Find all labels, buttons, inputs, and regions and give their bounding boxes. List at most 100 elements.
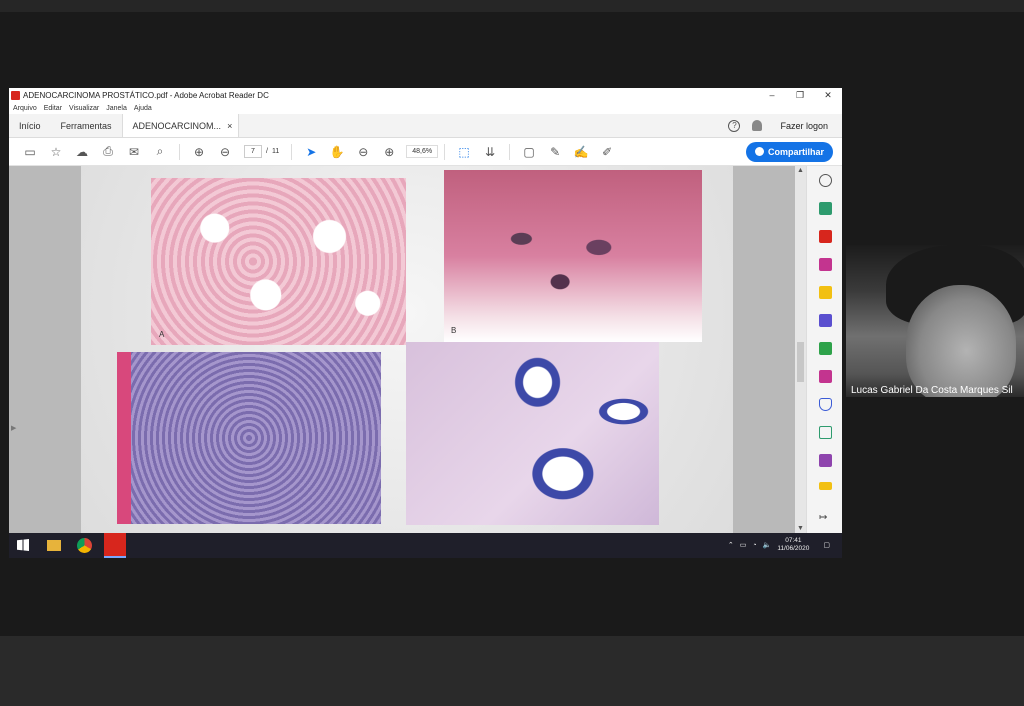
- restore-button[interactable]: ❐: [786, 90, 814, 101]
- search-tool-icon[interactable]: [819, 174, 832, 187]
- minimize-button[interactable]: –: [758, 90, 786, 101]
- pdf-page: A B: [81, 166, 733, 533]
- acrobat-icon: [11, 90, 20, 100]
- network-icon[interactable]: ◔: [752, 542, 756, 549]
- cloud-upload-icon[interactable]: ☁: [69, 142, 95, 162]
- signature-icon[interactable]: [819, 454, 832, 467]
- tab-document[interactable]: ADENOCARCINOM... ×: [121, 114, 240, 137]
- tray-chevron-icon[interactable]: ⌃: [728, 541, 734, 549]
- tab-home[interactable]: Início: [9, 114, 51, 137]
- search-icon[interactable]: ⌕: [147, 142, 173, 162]
- toolbar-divider: [509, 143, 511, 160]
- system-clock[interactable]: 07:41 11/06/2020: [777, 537, 809, 553]
- email-icon[interactable]: ✉: [121, 142, 147, 162]
- windows-start-icon[interactable]: [17, 539, 29, 551]
- user-share-icon: [754, 147, 764, 156]
- toolbar-divider: [444, 143, 446, 160]
- menu-file[interactable]: Arquivo: [13, 105, 37, 112]
- more-tools-icon[interactable]: [819, 482, 832, 490]
- page-number-input[interactable]: 7: [244, 145, 262, 158]
- scroll-mode-icon[interactable]: ⇊: [477, 142, 503, 162]
- file-explorer-icon[interactable]: [47, 540, 61, 551]
- highlight-pen-icon[interactable]: ✎: [542, 142, 568, 162]
- notifications-icon[interactable]: ▢: [823, 541, 830, 549]
- help-icon[interactable]: ?: [728, 119, 741, 132]
- next-page-icon[interactable]: ⊖: [212, 142, 238, 162]
- acrobat-taskbar-icon[interactable]: [104, 533, 126, 558]
- tab-home-label: Início: [19, 120, 41, 131]
- tab-document-label: ADENOCARCINOM...: [132, 120, 222, 131]
- zoom-out-icon[interactable]: ⊖: [350, 142, 376, 162]
- share-button-label: Compartilhar: [767, 146, 824, 157]
- combine-files-icon[interactable]: [819, 314, 832, 327]
- sign-icon[interactable]: ✐: [594, 142, 620, 162]
- edit-pdf-icon[interactable]: [819, 258, 832, 271]
- chrome-icon[interactable]: [77, 538, 92, 553]
- meeting-screen: ADENOCARCINOMA PROSTÁTICO.pdf - Adobe Ac…: [0, 0, 1024, 706]
- micrograph-a: [151, 178, 406, 345]
- vertical-scrollbar[interactable]: ▲ ▼: [795, 166, 806, 533]
- collapse-panel-icon[interactable]: ↦: [819, 512, 832, 525]
- micrograph-label-a: A: [159, 330, 165, 339]
- comment-tool-icon[interactable]: [819, 286, 832, 299]
- page-separator: /: [266, 148, 268, 155]
- bell-icon[interactable]: [752, 120, 763, 131]
- print-icon[interactable]: ⎙: [95, 142, 121, 162]
- document-viewport[interactable]: ▶ A B ▲ ▼: [9, 166, 842, 533]
- tools-side-panel: ↦: [806, 166, 842, 533]
- shared-screen: ADENOCARCINOMA PROSTÁTICO.pdf - Adobe Ac…: [9, 88, 842, 558]
- create-pdf-icon[interactable]: [819, 230, 832, 243]
- video-face-shape: [906, 285, 1016, 397]
- menu-window[interactable]: Janela: [106, 105, 127, 112]
- export-pdf-icon[interactable]: [819, 202, 832, 215]
- meeting-top-bar: [0, 0, 1024, 12]
- tab-close-icon[interactable]: ×: [227, 121, 232, 131]
- micrograph-d: [406, 342, 659, 525]
- meeting-bottom-bar: [0, 636, 1024, 706]
- select-cursor-icon[interactable]: ➤: [298, 142, 324, 162]
- page-fit-icon[interactable]: ⬚: [451, 142, 477, 162]
- battery-icon[interactable]: ▭: [740, 541, 747, 549]
- scrollbar-thumb[interactable]: [797, 342, 804, 382]
- menu-edit[interactable]: Editar: [44, 105, 62, 112]
- scroll-down-icon[interactable]: ▼: [797, 525, 804, 532]
- zoom-in-icon[interactable]: ⊕: [376, 142, 402, 162]
- volume-icon[interactable]: 🔈: [763, 541, 772, 549]
- scroll-up-icon[interactable]: ▲: [797, 167, 804, 174]
- protect-icon[interactable]: [819, 398, 832, 411]
- tab-bar: Início Ferramentas ADENOCARCINOM... × ? …: [9, 114, 842, 138]
- login-button[interactable]: Fazer logon: [780, 121, 828, 131]
- left-panel-toggle-icon[interactable]: ▶: [11, 424, 16, 432]
- share-button[interactable]: Compartilhar: [745, 141, 833, 162]
- fill-sign-icon[interactable]: [819, 370, 832, 383]
- comment-icon[interactable]: ▢: [516, 142, 542, 162]
- windows-taskbar: ⌃ ▭ ◔ 🔈 07:41 11/06/2020 ▢: [9, 533, 842, 558]
- organize-pages-icon[interactable]: [819, 342, 832, 355]
- participant-name: Lucas Gabriel Da Costa Marques Sil: [851, 385, 1013, 396]
- main-toolbar: ▭ ☆ ☁ ⎙ ✉ ⌕ ⊕ ⊖ 7 / 11 ➤ ✋ ⊖ ⊕ 48,6% ⬚ ⇊…: [9, 138, 842, 166]
- save-icon[interactable]: ▭: [17, 142, 43, 162]
- zoom-level-select[interactable]: 48,6%: [406, 145, 439, 158]
- page-navigator: 7 / 11: [238, 145, 285, 158]
- draw-pen-icon[interactable]: ✍: [568, 142, 594, 162]
- micrograph-label-b: B: [451, 326, 457, 335]
- previous-page-icon[interactable]: ⊕: [186, 142, 212, 162]
- bookmark-star-icon[interactable]: ☆: [43, 142, 69, 162]
- tab-tools-label: Ferramentas: [60, 120, 112, 131]
- page-total: 11: [271, 148, 280, 155]
- toolbar-divider: [291, 143, 293, 160]
- window-title: ADENOCARCINOMA PROSTÁTICO.pdf - Adobe Ac…: [23, 90, 269, 100]
- menu-view[interactable]: Visualizar: [69, 105, 99, 112]
- toolbar-divider: [179, 143, 180, 160]
- micrograph-b: [444, 170, 702, 342]
- optimize-pdf-icon[interactable]: [819, 426, 832, 439]
- tab-tools[interactable]: Ferramentas: [51, 114, 122, 137]
- micrograph-c: [117, 352, 381, 524]
- clock-date: 11/06/2020: [777, 545, 810, 552]
- clock-time: 07:41: [785, 537, 802, 544]
- hand-tool-icon[interactable]: ✋: [324, 142, 350, 162]
- menu-help[interactable]: Ajuda: [134, 105, 152, 112]
- participant-video: [846, 245, 1024, 397]
- close-button[interactable]: ✕: [814, 90, 842, 101]
- system-tray: ⌃ ▭ ◔ 🔈 07:41 11/06/2020 ▢: [728, 537, 830, 553]
